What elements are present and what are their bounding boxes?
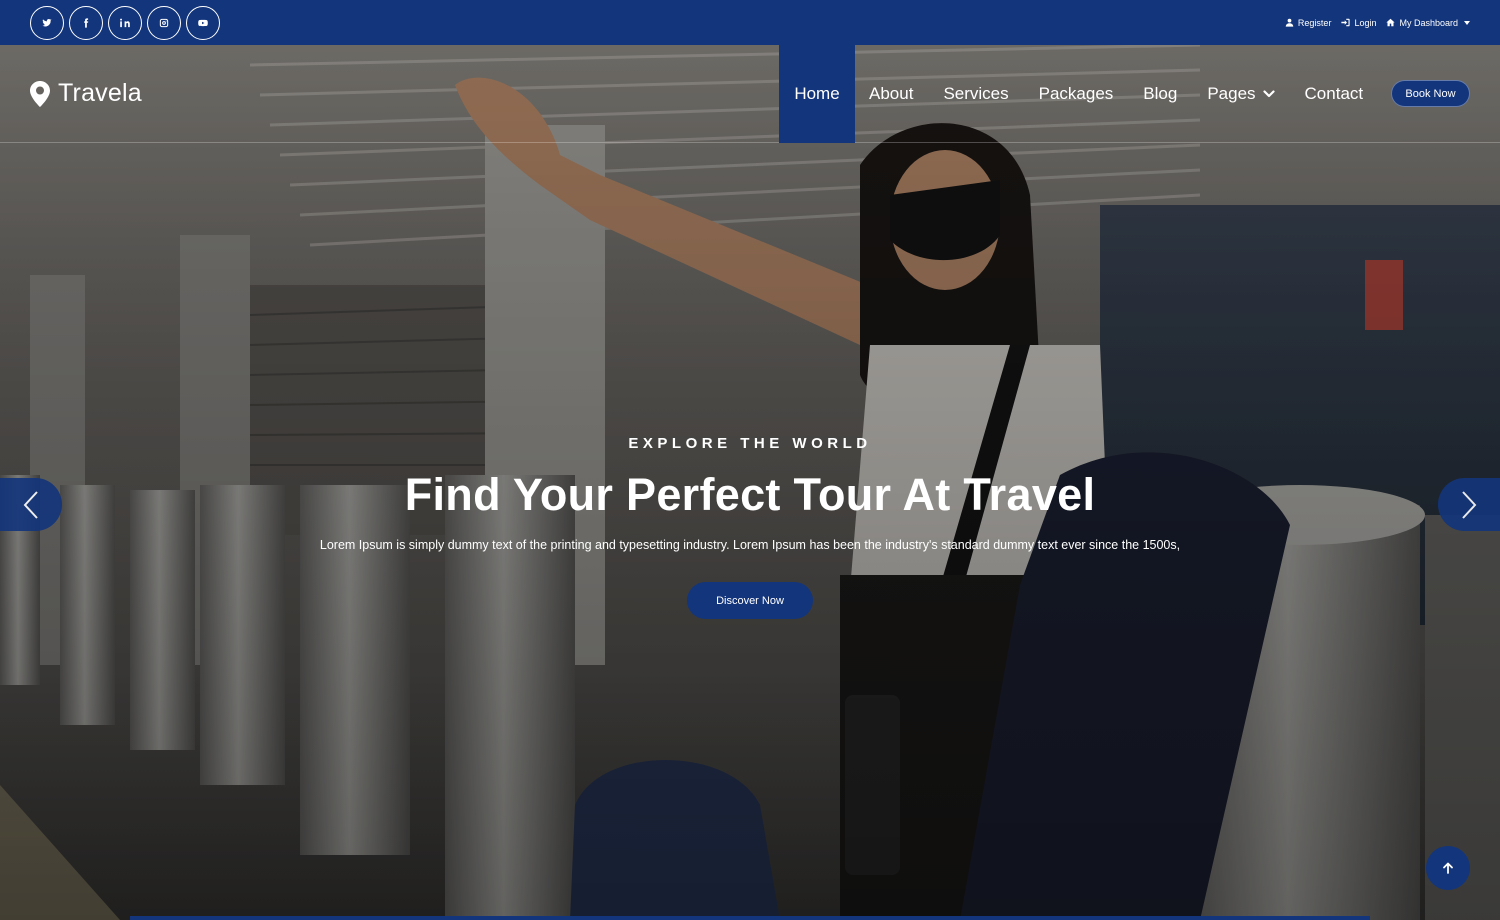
nav-item-services[interactable]: Services [928,45,1023,143]
youtube-icon [198,19,208,26]
nav-item-pages-label: Pages [1207,84,1256,103]
arrow-up-icon [1443,862,1453,874]
sign-in-icon [1341,18,1351,27]
back-to-top-button[interactable] [1426,846,1470,890]
facebook-icon [84,17,89,28]
linkedin-link[interactable] [108,5,142,40]
nav-item-packages[interactable]: Packages [1024,45,1129,143]
book-now-button[interactable]: Book Now [1391,80,1470,107]
hero-subtext: Lorem Ipsum is simply dummy text of the … [319,538,1181,552]
dashboard-dropdown[interactable]: My Dashboard [1386,18,1470,28]
caret-down-icon [1464,20,1470,25]
main-navbar: Travela Home About Services Packages Blo… [0,45,1500,143]
login-link[interactable]: Login [1341,18,1376,28]
social-links [30,5,220,40]
hero-headline: Find Your Perfect Tour At Travel [404,469,1096,520]
nav-menu: Home About Services Packages Blog Pages … [779,45,1378,143]
hero-caption: EXPLORE THE WORLD Find Your Perfect Tour… [0,435,1500,619]
nav-item-blog[interactable]: Blog [1128,45,1192,143]
chevron-down-icon [1262,90,1275,98]
map-marker-icon [30,80,50,107]
hero-eyebrow: EXPLORE THE WORLD [628,435,872,452]
nav-item-contact[interactable]: Contact [1290,45,1379,143]
discover-now-button[interactable]: Discover Now [687,582,813,619]
instagram-link[interactable] [147,5,181,40]
twitter-link[interactable] [30,5,64,40]
brand-name: Travela [58,79,142,107]
linkedin-icon [120,18,130,27]
nav-item-home[interactable]: Home [779,45,855,143]
instagram-icon [159,18,169,27]
dashboard-label: My Dashboard [1399,17,1458,28]
register-link[interactable]: Register [1285,17,1332,28]
account-links: Register Login My Dashboard [1285,18,1470,28]
brand-logo[interactable]: Travela [30,79,142,108]
youtube-link[interactable] [186,5,220,40]
top-bar: Register Login My Dashboard [0,0,1500,45]
nav-item-pages[interactable]: Pages [1192,45,1289,143]
section-edge [130,916,1370,920]
facebook-link[interactable] [69,5,103,40]
twitter-icon [42,18,52,26]
login-label: Login [1354,17,1377,28]
register-label: Register [1297,17,1332,28]
user-icon [1285,18,1294,27]
nav-item-about[interactable]: About [854,45,928,143]
home-icon [1386,18,1396,27]
